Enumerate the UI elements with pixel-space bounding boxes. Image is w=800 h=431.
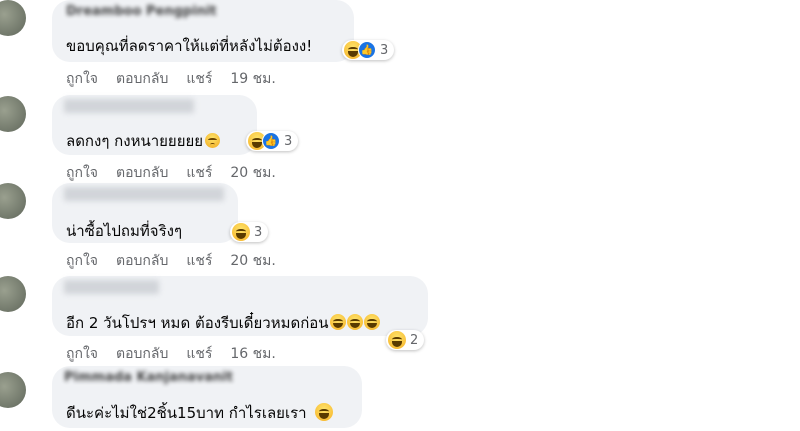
sad-emoji-icon bbox=[205, 133, 221, 148]
reaction-summary[interactable]: 👍 3 bbox=[246, 131, 299, 151]
avatar[interactable] bbox=[0, 96, 26, 132]
reaction-count: 3 bbox=[380, 42, 389, 58]
like-link[interactable]: ถูกใจ bbox=[66, 250, 98, 272]
avatar[interactable] bbox=[0, 0, 26, 36]
reaction-count: 2 bbox=[410, 332, 419, 348]
comment-text: อีก 2 วันโปรฯ หมด ต้องรีบเดี๋ยวหมดก่อน bbox=[66, 311, 380, 335]
comment-bubble: Dreamboo Pengpinit ขอบคุณที่ลดราคาให้แต่… bbox=[52, 0, 354, 62]
laughing-emoji-icon bbox=[346, 314, 363, 330]
haha-reaction-icon bbox=[232, 223, 250, 241]
comment-author[interactable] bbox=[64, 99, 194, 113]
reaction-count: 3 bbox=[254, 224, 263, 240]
reply-link[interactable]: ตอบกลับ bbox=[116, 68, 168, 90]
reply-link[interactable]: ตอบกลับ bbox=[116, 162, 168, 184]
laughing-emoji-icon bbox=[329, 314, 346, 330]
reaction-summary[interactable]: 3 bbox=[230, 222, 269, 242]
comment-bubble: อีก 2 วันโปรฯ หมด ต้องรีบเดี๋ยวหมดก่อน bbox=[52, 276, 428, 336]
haha-reaction-icon bbox=[315, 403, 334, 421]
reply-link[interactable]: ตอบกลับ bbox=[116, 250, 168, 272]
comment-actions: ถูกใจ ตอบกลับ แชร์ 20 ชม. bbox=[66, 250, 276, 272]
comment-actions: ถูกใจ ตอบกลับ แชร์ 19 ชม. bbox=[66, 68, 276, 90]
comment-text: น่าซื้อไปถมที่จริงๆ bbox=[66, 222, 183, 240]
comment-actions: ถูกใจ ตอบกลับ แชร์ 16 ชม. bbox=[66, 343, 276, 365]
like-reaction-icon: 👍 bbox=[358, 41, 376, 59]
laughing-emoji-icon bbox=[363, 314, 380, 330]
comment-actions: ถูกใจ ตอบกลับ แชร์ 20 ชม. bbox=[66, 162, 276, 184]
timestamp[interactable]: 20 ชม. bbox=[230, 250, 275, 272]
comment-bubble: น่าซื้อไปถมที่จริงๆ bbox=[52, 183, 238, 243]
reply-link[interactable]: ตอบกลับ bbox=[116, 343, 168, 365]
comment-bubble: Pimmada Kanjanavanit ดีนะค่ะไม่ใช่2ชิ้น1… bbox=[52, 366, 362, 428]
reaction-summary[interactable]: 2 bbox=[386, 330, 425, 350]
share-link[interactable]: แชร์ bbox=[186, 162, 212, 184]
comment-text: ลดกงๆ กงหนายยยยย bbox=[66, 129, 221, 153]
timestamp[interactable]: 19 ชม. bbox=[230, 68, 275, 90]
like-reaction-icon: 👍 bbox=[262, 132, 280, 150]
comment-author[interactable] bbox=[64, 280, 159, 294]
share-link[interactable]: แชร์ bbox=[186, 68, 212, 90]
comment-text-content: ดีนะค่ะไม่ใช่2ชิ้น15บาท กำไรเลยเรา bbox=[66, 404, 307, 422]
avatar[interactable] bbox=[0, 183, 26, 219]
comment-bubble: ลดกงๆ กงหนายยยยย bbox=[52, 95, 257, 155]
reaction-count: 3 bbox=[284, 133, 293, 149]
reaction-summary[interactable]: 👍 3 bbox=[342, 40, 395, 60]
comment-text-content: ลดกงๆ กงหนายยยยย bbox=[66, 132, 204, 150]
comment-author[interactable]: Pimmada Kanjanavanit bbox=[64, 370, 233, 385]
timestamp[interactable]: 16 ชม. bbox=[230, 343, 275, 365]
like-link[interactable]: ถูกใจ bbox=[66, 68, 98, 90]
like-link[interactable]: ถูกใจ bbox=[66, 343, 98, 365]
comment-text-content: อีก 2 วันโปรฯ หมด ต้องรีบเดี๋ยวหมดก่อน bbox=[66, 314, 329, 332]
haha-reaction-icon bbox=[388, 331, 406, 349]
like-link[interactable]: ถูกใจ bbox=[66, 162, 98, 184]
comment-author[interactable]: Dreamboo Pengpinit bbox=[66, 4, 217, 19]
timestamp[interactable]: 20 ชม. bbox=[230, 162, 275, 184]
avatar[interactable] bbox=[0, 276, 26, 312]
comment-text: ดีนะค่ะไม่ใช่2ชิ้น15บาท กำไรเลยเรา bbox=[66, 401, 334, 425]
share-link[interactable]: แชร์ bbox=[186, 343, 212, 365]
comment-text: ขอบคุณที่ลดราคาให้แต่ที่หลังไม่ต้องง! bbox=[66, 37, 313, 55]
comment-author[interactable] bbox=[64, 187, 224, 201]
share-link[interactable]: แชร์ bbox=[186, 250, 212, 272]
avatar[interactable] bbox=[0, 372, 26, 408]
